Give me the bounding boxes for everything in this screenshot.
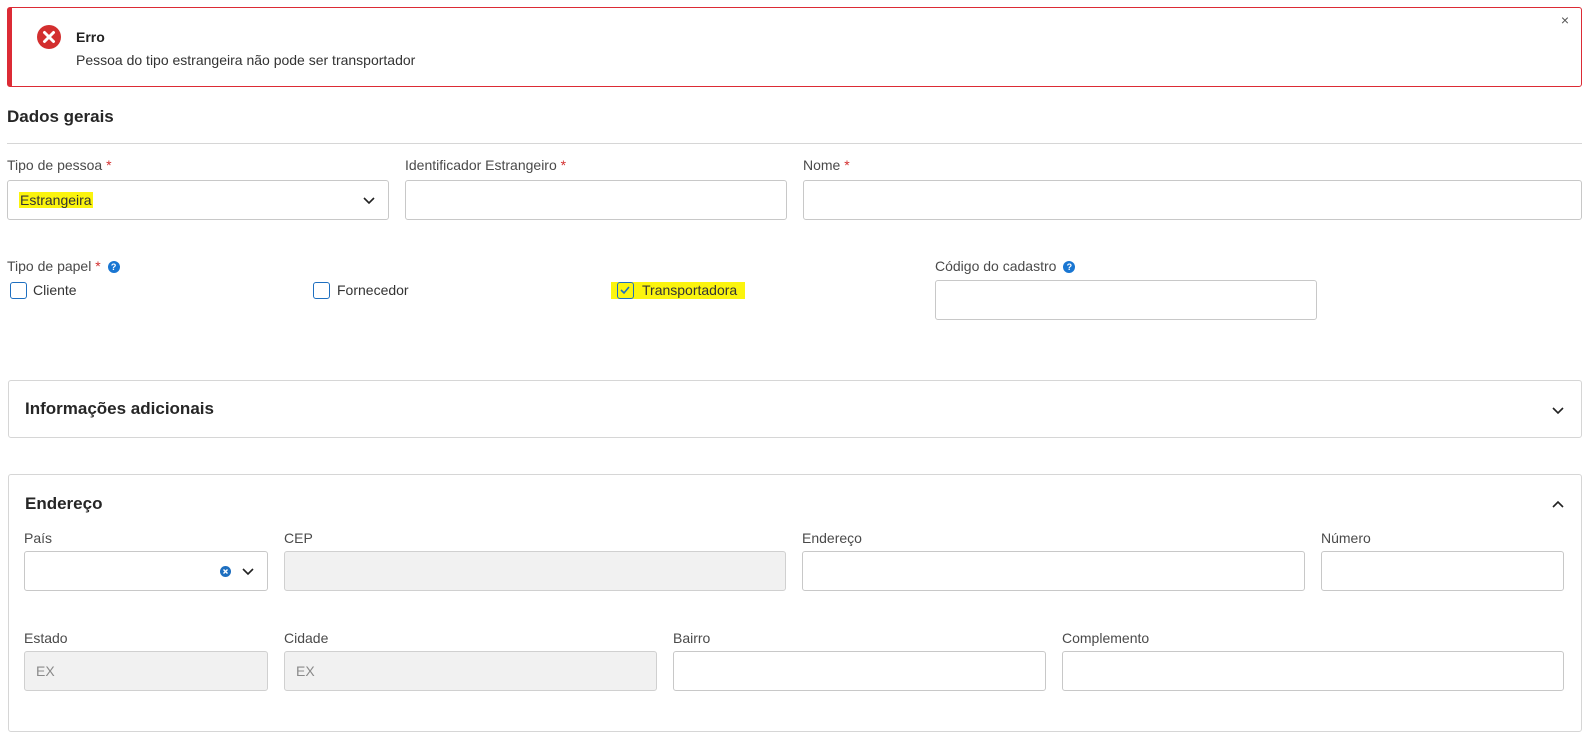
chevron-down-icon[interactable] (1551, 403, 1565, 417)
error-alert: Erro Pessoa do tipo estrangeira não pode… (7, 7, 1582, 87)
cep-input[interactable] (284, 551, 786, 591)
question-circle-icon[interactable]: ? (1063, 261, 1076, 274)
tipo-pessoa-select[interactable]: Estrangeira (7, 180, 389, 220)
question-circle-icon[interactable]: ? (107, 261, 120, 274)
tipo-papel-label-text: Tipo de papel (7, 258, 92, 274)
tipo-pessoa-label-text: Tipo de pessoa (7, 157, 103, 173)
estado-input[interactable]: EX (24, 651, 268, 691)
chevron-down-icon[interactable] (241, 564, 255, 578)
tipo-papel-label: Tipo de papel * ? (7, 258, 120, 274)
panel-title-endereco: Endereço (25, 494, 103, 513)
codigo-cadastro-input[interactable] (935, 280, 1317, 320)
divider (7, 143, 1582, 144)
pais-label: País (24, 530, 53, 546)
close-icon[interactable]: × (1561, 12, 1569, 28)
endereco-input[interactable] (802, 551, 1305, 591)
error-circle-icon (37, 25, 61, 49)
required-marker: * (844, 157, 850, 173)
complemento-label: Complemento (1062, 630, 1150, 646)
tipo-pessoa-value: Estrangeira (19, 192, 93, 208)
cidade-input[interactable]: EX (284, 651, 657, 691)
endereco-label: Endereço (802, 530, 862, 546)
identificador-label-text: Identificador Estrangeiro (405, 157, 557, 173)
pais-select[interactable] (24, 551, 268, 591)
cep-label: CEP (284, 530, 313, 546)
nome-label-text: Nome (803, 157, 841, 173)
panel-informacoes-adicionais[interactable]: Informações adicionais (8, 380, 1582, 438)
bairro-input[interactable] (673, 651, 1046, 691)
checkbox-cliente[interactable] (10, 282, 27, 299)
identificador-input[interactable] (405, 180, 787, 220)
alert-message: Pessoa do tipo estrangeira não pode ser … (76, 52, 416, 68)
codigo-cadastro-label: Código do cadastro ? (935, 258, 1076, 274)
panel-endereco: Endereço (8, 474, 1582, 732)
codigo-cadastro-label-text: Código do cadastro (935, 258, 1057, 274)
checkmark-icon (620, 286, 630, 295)
estado-label: Estado (24, 630, 68, 646)
required-marker: * (560, 157, 567, 173)
cidade-value: EX (296, 663, 315, 679)
alert-title: Erro (76, 29, 105, 45)
numero-input[interactable] (1321, 551, 1564, 591)
required-marker: * (106, 157, 112, 173)
panel-title-informacoes-adicionais: Informações adicionais (25, 399, 214, 418)
numero-label: Número (1321, 530, 1371, 546)
cidade-label: Cidade (284, 630, 329, 646)
tipo-pessoa-label: Tipo de pessoa * (7, 157, 112, 173)
complemento-input[interactable] (1062, 651, 1564, 691)
nome-label: Nome * (803, 157, 850, 173)
checkbox-fornecedor-label[interactable]: Fornecedor (337, 282, 409, 298)
section-title-dados-gerais: Dados gerais (7, 107, 114, 126)
chevron-down-icon (363, 197, 375, 205)
checkbox-transportadora-label[interactable]: Transportadora (642, 282, 737, 298)
bairro-label: Bairro (673, 630, 711, 646)
required-marker: * (95, 258, 101, 274)
checkbox-cliente-label[interactable]: Cliente (33, 282, 77, 298)
chevron-up-icon[interactable] (1551, 497, 1565, 511)
clear-circle-icon[interactable] (220, 566, 231, 577)
nome-input[interactable] (803, 180, 1582, 220)
estado-value: EX (36, 663, 55, 679)
identificador-label: Identificador Estrangeiro * (405, 157, 566, 173)
checkbox-fornecedor[interactable] (313, 282, 330, 299)
checkbox-transportadora[interactable] (617, 282, 634, 299)
